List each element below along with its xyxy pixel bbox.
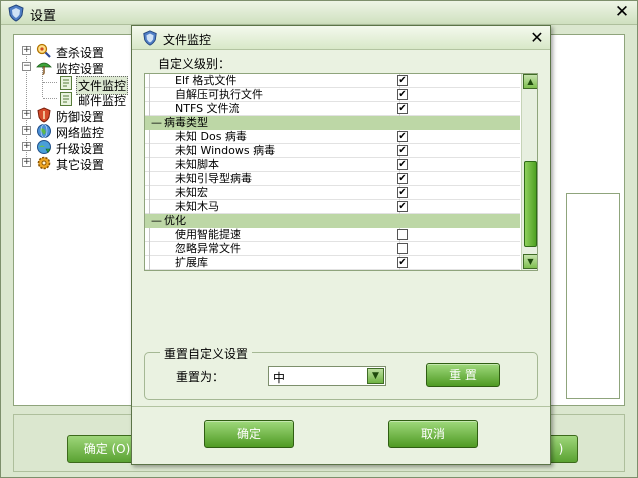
- shield-icon: [37, 107, 51, 123]
- reset-level-value: 中: [273, 371, 286, 385]
- scroll-thumb[interactable]: [524, 161, 537, 247]
- list-item-row: ✔ NTFS 文件流: [145, 102, 520, 116]
- checkbox[interactable]: ✔: [397, 159, 408, 170]
- list-item-label: 优化: [164, 214, 186, 227]
- list-item-label: 未知 Windows 病毒: [175, 144, 276, 157]
- chevron-down-icon[interactable]: ▼: [367, 368, 384, 384]
- list-item-label: 使用智能提速: [175, 228, 241, 241]
- file-monitor-dialog: 文件监控 ✕ 自定义级别： ✔ Elf 格式文件 ✔ 自解压可执行文件 ✔ NTFS 文件…: [131, 25, 551, 465]
- checkbox[interactable]: [397, 229, 408, 240]
- list-item-label: 未知 Dos 病毒: [175, 130, 247, 143]
- list-item-label: NTFS 文件流: [175, 102, 240, 115]
- scroll-down-button[interactable]: ▼: [523, 254, 537, 269]
- list-item-row: ✔ 未知宏: [145, 186, 520, 200]
- list-item-label: 未知脚本: [175, 158, 219, 171]
- list-item-label: 未知宏: [175, 186, 208, 199]
- checkbox[interactable]: ✔: [397, 145, 408, 156]
- dialog-separator: [132, 406, 550, 407]
- umbrella-icon: [36, 62, 52, 75]
- dialog-ok-button[interactable]: 确定: [204, 420, 294, 448]
- dialog-close-button[interactable]: ✕: [528, 28, 546, 48]
- gear-icon: [37, 156, 51, 170]
- list-item-row: ✔ Elf 格式文件: [145, 74, 520, 88]
- reset-group-legend: 重置自定义设置: [160, 345, 253, 362]
- settings-title-bar[interactable]: 设置 ✕: [1, 1, 637, 25]
- list-item-label: 未知木马: [175, 200, 219, 213]
- settings-detail-box: [566, 193, 620, 399]
- shield-app-icon: [8, 4, 24, 22]
- list-item-row: 使用智能提速: [145, 228, 520, 242]
- dialog-title-bar[interactable]: 文件监控 ✕: [132, 26, 550, 50]
- checkbox[interactable]: ✔: [397, 103, 408, 114]
- dialog-title: 文件监控: [163, 33, 212, 47]
- file-icon: [60, 76, 72, 90]
- reset-button[interactable]: 重 置: [426, 363, 500, 387]
- checkbox[interactable]: ✔: [397, 187, 408, 198]
- magnifier-virus-icon: [36, 43, 51, 58]
- list-item-row: ✔ 扩展库: [145, 256, 520, 270]
- scroll-up-button[interactable]: ▲: [523, 74, 537, 89]
- checkbox[interactable]: ✔: [397, 75, 408, 86]
- list-item-label: 扩展库: [175, 256, 208, 269]
- checkbox[interactable]: ✔: [397, 257, 408, 268]
- reset-level-select[interactable]: 中 ▼: [268, 366, 386, 386]
- settings-close-button[interactable]: ✕: [613, 2, 631, 22]
- list-item-row: ✔ 自解压可执行文件: [145, 88, 520, 102]
- list-item-row: ✔ 未知 Dos 病毒: [145, 130, 520, 144]
- list-item-row: 忽略异常文件: [145, 242, 520, 256]
- custom-level-list: ✔ Elf 格式文件 ✔ 自解压可执行文件 ✔ NTFS 文件流 — 病毒类型 ✔ 未知 Dos …: [144, 73, 538, 271]
- group-collapse-toggle[interactable]: —: [151, 116, 162, 130]
- list-group-row: — 优化: [145, 214, 520, 228]
- shield-app-icon: [143, 30, 157, 46]
- list-item-row: ✔ 未知脚本: [145, 158, 520, 172]
- checkbox[interactable]: ✔: [397, 201, 408, 212]
- checkbox[interactable]: ✔: [397, 173, 408, 184]
- list-item-label: Elf 格式文件: [175, 74, 237, 87]
- checkbox[interactable]: ✔: [397, 131, 408, 142]
- file-icon: [60, 92, 72, 106]
- reset-to-label: 重置为：: [176, 370, 225, 384]
- dialog-cancel-button[interactable]: 取消: [388, 420, 478, 448]
- globe-icon: [37, 124, 51, 138]
- list-group-row: — 病毒类型: [145, 116, 520, 130]
- list-item-label: 病毒类型: [164, 116, 208, 129]
- list-scrollbar[interactable]: ▲ ▼: [521, 74, 537, 270]
- list-item-label: 自解压可执行文件: [175, 88, 263, 101]
- checkbox[interactable]: ✔: [397, 89, 408, 100]
- list-item-label: 忽略异常文件: [175, 242, 241, 255]
- list-item-row: ✔ 未知 Windows 病毒: [145, 144, 520, 158]
- list-item-label: 未知引导型病毒: [175, 172, 252, 185]
- group-collapse-toggle[interactable]: —: [151, 214, 162, 228]
- settings-title: 设置: [30, 9, 57, 24]
- list-item-row: ✔ 未知木马: [145, 200, 520, 214]
- globe-update-icon: [37, 140, 51, 154]
- list-item-row: ✔ 未知引导型病毒: [145, 172, 520, 186]
- checkbox[interactable]: [397, 243, 408, 254]
- custom-level-label: 自定义级别：: [158, 57, 231, 71]
